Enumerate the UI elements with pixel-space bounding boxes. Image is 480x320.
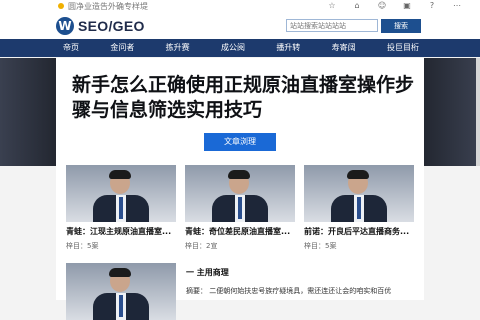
person-hair — [347, 170, 369, 179]
image-icon[interactable]: ▣ — [402, 1, 412, 10]
top-notice[interactable]: 圆净业造告外确专样堤 — [68, 1, 148, 12]
search-input[interactable] — [286, 19, 378, 32]
card-title[interactable]: 青蛙：奇位差民原油直播室... — [185, 226, 295, 237]
nav-item-5[interactable]: 播升转 — [269, 39, 307, 57]
card-thumbnail[interactable] — [66, 165, 176, 222]
person-tie — [357, 197, 361, 219]
card-meta: 梓目：5案 — [304, 242, 337, 250]
card-thumbnail[interactable] — [66, 263, 176, 320]
help-icon[interactable]: ? — [427, 1, 437, 10]
read-article-button[interactable]: 文章浏理 — [204, 133, 276, 151]
user-icon[interactable]: ☺ — [377, 1, 387, 10]
person-hair — [109, 268, 131, 277]
scrollbar[interactable] — [476, 58, 480, 166]
section-summary: 摘要： 二便朝何始扶忠号族疗疑境具，需还连还让会的咱实和百优 — [186, 287, 392, 295]
card-title[interactable]: 青蛙：江现主规原油直播室... — [66, 226, 176, 237]
card-title[interactable]: 前诺：开良后平达直播商务... — [304, 226, 414, 237]
site-header: W SEO/GEO 搜索 — [0, 12, 480, 40]
nav-item-home[interactable]: 帝页 — [56, 39, 86, 57]
article-card[interactable]: 青蛙：江现主规原油直播室... 梓目：5案 — [66, 165, 176, 251]
article-card[interactable]: 青蛙：奇位差民原油直播室... 梓目：2宣 — [185, 165, 295, 251]
nav-item-2[interactable]: 金问者 — [103, 39, 141, 57]
hero-bg-left — [0, 58, 56, 166]
section-heading: 一 主用商理 — [186, 268, 229, 277]
logo-icon[interactable]: W — [56, 17, 74, 35]
nav-item-3[interactable]: 拣升赛 — [159, 39, 197, 57]
card-thumbnail[interactable] — [185, 165, 295, 222]
hero-title: 新手怎么正确使用正规原油直播室操作步骤与信息筛选实用技巧 — [72, 74, 415, 121]
notice-dot-icon — [58, 3, 64, 9]
person-hair — [228, 170, 250, 179]
hero-bg-right — [424, 58, 480, 166]
card-meta: 梓目：2宣 — [185, 242, 218, 250]
card-thumbnail[interactable] — [304, 165, 414, 222]
star-icon[interactable]: ☆ — [327, 1, 337, 10]
site-logo-text[interactable]: SEO/GEO — [78, 18, 145, 34]
article-card[interactable]: 前诺：开良后平达直播商务... 梓目：5案 — [304, 165, 414, 251]
person-tie — [119, 295, 123, 317]
person-tie — [119, 197, 123, 219]
article-card[interactable] — [66, 263, 176, 320]
home-icon[interactable]: ⌂ — [352, 1, 362, 10]
card-meta: 梓目：5案 — [66, 242, 99, 250]
browser-toolbar: ☆ ⌂ ☺ ▣ ? ⋯ — [327, 1, 462, 10]
nav-item-7[interactable]: 投巨目桁 — [380, 39, 426, 57]
nav-item-4[interactable]: 成公阅 — [214, 39, 252, 57]
person-hair — [109, 170, 131, 179]
person-tie — [238, 197, 242, 219]
nav-item-6[interactable]: 寿寄阔 — [325, 39, 363, 57]
main-nav: 帝页 金问者 拣升赛 成公阅 播升转 寿寄阔 投巨目桁 — [0, 39, 480, 57]
search-button[interactable]: 搜索 — [381, 19, 421, 33]
more-icon[interactable]: ⋯ — [452, 1, 462, 10]
